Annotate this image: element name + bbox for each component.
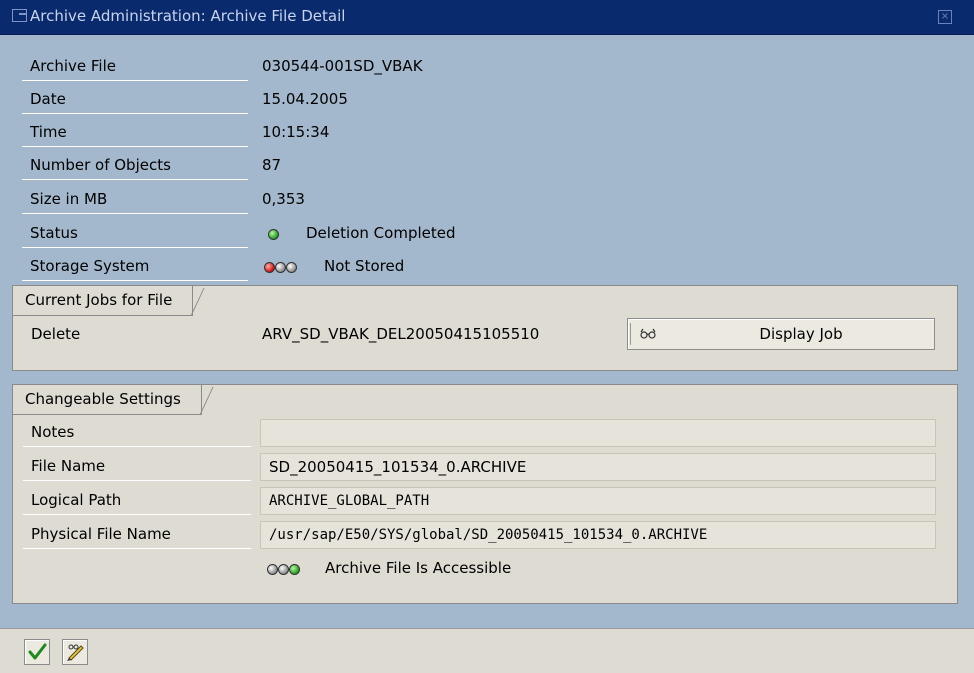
accessibility-status: Archive File Is Accessible (325, 559, 512, 577)
status-label: Status (22, 220, 248, 248)
close-icon[interactable]: × (938, 10, 952, 24)
date-label: Date (22, 86, 248, 114)
number-of-objects-label: Number of Objects (22, 152, 248, 180)
physical-file-name-label: Physical File Name (23, 521, 251, 549)
file-name-label: File Name (23, 453, 251, 481)
green-led-icon (289, 564, 300, 575)
archive-file-label: Archive File (22, 53, 248, 81)
storage-system-label: Storage System (22, 253, 248, 281)
size-label: Size in MB (22, 186, 248, 214)
button-separator (630, 323, 631, 345)
gray-led-icon (267, 564, 278, 575)
current-jobs-group: Current Jobs for File Delete ARV_SD_VBAK… (12, 285, 958, 371)
window-titlebar: Archive Administration: Archive File Det… (0, 0, 974, 35)
window-icon (12, 9, 27, 22)
status-value: Deletion Completed (306, 224, 456, 242)
glasses-icon (640, 328, 656, 339)
notes-field[interactable] (260, 419, 936, 447)
gray-led-icon (278, 564, 289, 575)
bottom-toolbar (0, 628, 974, 673)
storage-system-value: Not Stored (324, 257, 405, 275)
current-jobs-tab: Current Jobs for File (13, 286, 194, 316)
display-job-label: Display Job (759, 325, 843, 343)
job-name-value: ARV_SD_VBAK_DEL20050415105510 (262, 325, 540, 343)
red-led-icon (264, 262, 275, 273)
green-led-icon (268, 229, 279, 240)
changeable-settings-tab: Changeable Settings (13, 385, 202, 415)
delete-label: Delete (31, 325, 81, 343)
physical-file-name-field[interactable]: /usr/sap/E50/SYS/global/SD_20050415_1015… (260, 521, 936, 549)
time-label: Time (22, 119, 248, 147)
number-of-objects-value: 87 (262, 156, 282, 174)
gray-led-icon (275, 262, 286, 273)
pencil-icon (67, 644, 84, 661)
date-value: 15.04.2005 (262, 90, 348, 108)
continue-button[interactable] (24, 639, 50, 665)
checkmark-icon (28, 643, 47, 660)
logical-path-field[interactable]: ARCHIVE_GLOBAL_PATH (260, 487, 936, 515)
file-name-field[interactable]: SD_20050415_101534_0.ARCHIVE (260, 453, 936, 481)
archive-file-value: 030544-001SD_VBAK (262, 57, 423, 75)
logical-path-label: Logical Path (23, 487, 251, 515)
edit-button[interactable] (62, 639, 88, 665)
display-job-button[interactable]: Display Job (627, 318, 935, 350)
window-title: Archive Administration: Archive File Det… (30, 7, 346, 25)
time-value: 10:15:34 (262, 123, 330, 141)
notes-label: Notes (23, 419, 251, 447)
changeable-settings-group: Changeable Settings Notes File Name SD_2… (12, 384, 958, 604)
gray-led-icon (286, 262, 297, 273)
size-value: 0,353 (262, 190, 305, 208)
